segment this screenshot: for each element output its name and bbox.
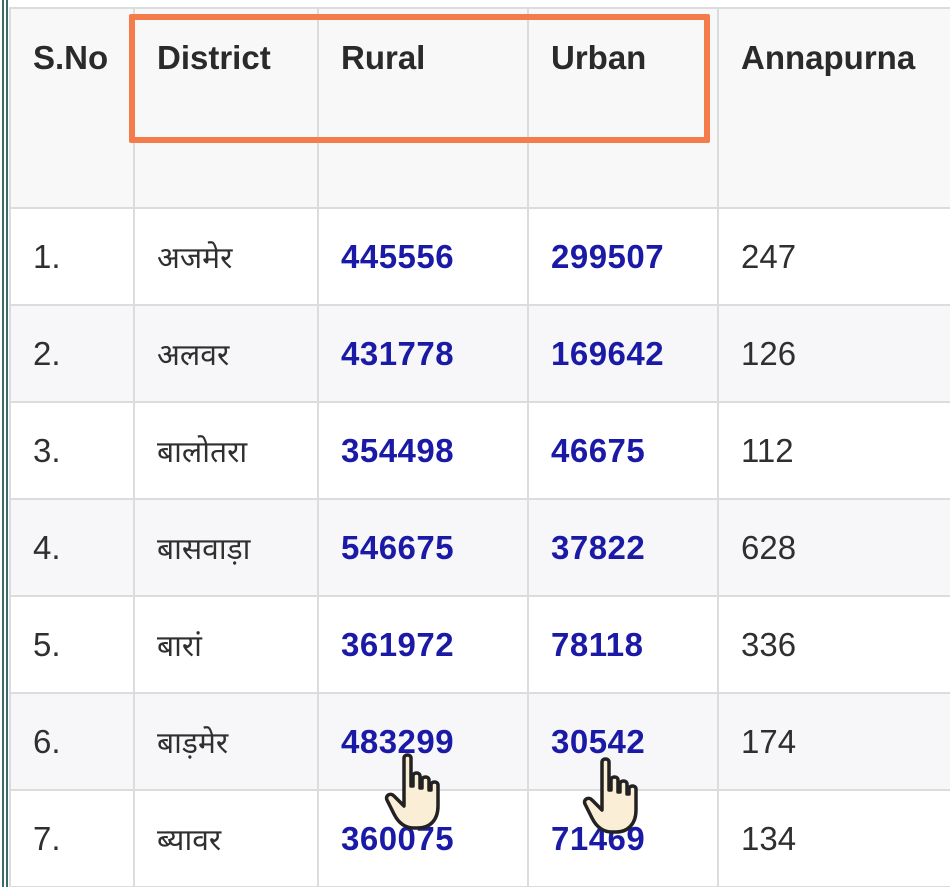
cell-urban-link[interactable]: 169642 — [527, 304, 719, 403]
district-table: S.No District Rural Urban Annapurna 1. अ… — [9, 7, 950, 887]
cell-urban-link[interactable]: 37822 — [527, 498, 719, 597]
cell-annapurna: 247 — [717, 207, 950, 306]
cell-sno: 2. — [9, 304, 135, 403]
cell-annapurna: 336 — [717, 595, 950, 694]
table-row: 6. बाड़मेर 483299 30542 174 — [9, 692, 950, 791]
cell-sno: 5. — [9, 595, 135, 694]
cell-district: ब्यावर — [133, 789, 319, 887]
cell-annapurna: 112 — [717, 401, 950, 500]
cell-district: अजमेर — [133, 207, 319, 306]
top-edge — [0, 0, 950, 7]
header-annapurna: Annapurna — [717, 7, 950, 209]
table-row: 4. बासवाड़ा 546675 37822 628 — [9, 498, 950, 597]
header-urban: Urban — [527, 7, 719, 209]
cell-annapurna: 628 — [717, 498, 950, 597]
table-row: 7. ब्यावर 360075 71469 134 — [9, 789, 950, 887]
cell-sno: 1. — [9, 207, 135, 306]
cell-district: अलवर — [133, 304, 319, 403]
cell-district: बारां — [133, 595, 319, 694]
header-district: District — [133, 7, 319, 209]
cell-urban-link[interactable]: 78118 — [527, 595, 719, 694]
table-row: 1. अजमेर 445556 299507 247 — [9, 207, 950, 306]
table-row: 5. बारां 361972 78118 336 — [9, 595, 950, 694]
header-rural: Rural — [317, 7, 529, 209]
cell-district: बालोतरा — [133, 401, 319, 500]
cell-annapurna: 126 — [717, 304, 950, 403]
cell-urban-link[interactable]: 299507 — [527, 207, 719, 306]
cell-sno: 3. — [9, 401, 135, 500]
cell-sno: 7. — [9, 789, 135, 887]
table-header-row: S.No District Rural Urban Annapurna — [9, 7, 950, 209]
hand-pointer-icon — [582, 757, 638, 834]
cell-district: बाड़मेर — [133, 692, 319, 791]
cell-sno: 4. — [9, 498, 135, 597]
cell-annapurna: 134 — [717, 789, 950, 887]
cell-rural-link[interactable]: 445556 — [317, 207, 529, 306]
table-row: 3. बालोतरा 354498 46675 112 — [9, 401, 950, 500]
cell-rural-link[interactable]: 546675 — [317, 498, 529, 597]
cell-sno: 6. — [9, 692, 135, 791]
screenshot-frame: S.No District Rural Urban Annapurna 1. अ… — [0, 0, 950, 887]
cell-rural-link[interactable]: 354498 — [317, 401, 529, 500]
header-sno: S.No — [9, 7, 135, 209]
hand-pointer-icon — [384, 753, 440, 830]
cell-rural-link[interactable]: 361972 — [317, 595, 529, 694]
cell-rural-link[interactable]: 431778 — [317, 304, 529, 403]
cell-district: बासवाड़ा — [133, 498, 319, 597]
cell-annapurna: 174 — [717, 692, 950, 791]
cell-urban-link[interactable]: 46675 — [527, 401, 719, 500]
left-edge — [0, 0, 9, 887]
table-row: 2. अलवर 431778 169642 126 — [9, 304, 950, 403]
